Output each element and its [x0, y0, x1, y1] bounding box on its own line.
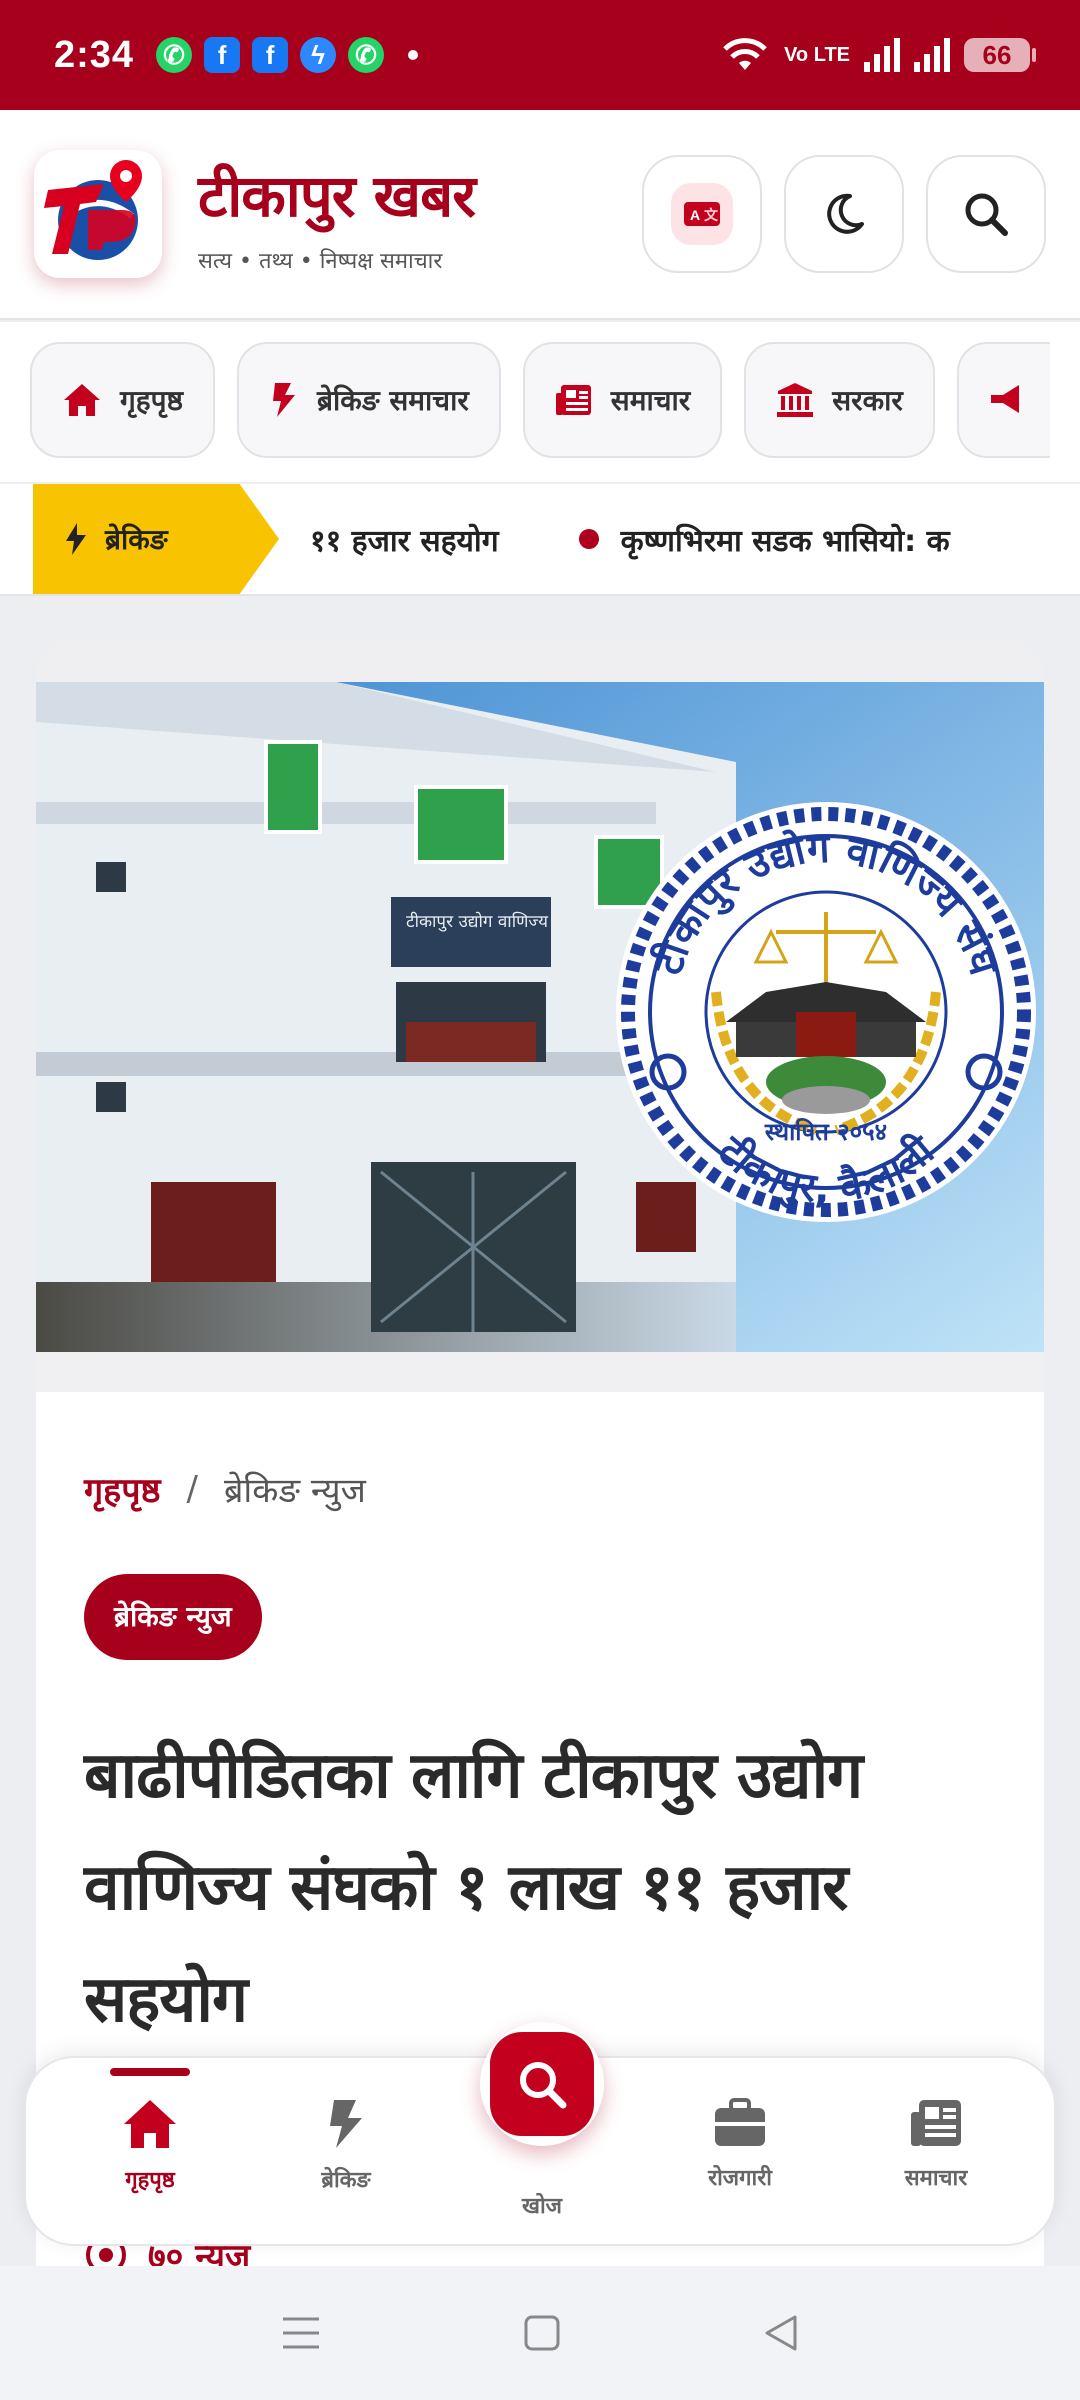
status-bar: 2:34 ✆ f f ϟ ✆ Vo LTE 66 — [0, 0, 1080, 110]
breadcrumb-separator: / — [186, 1469, 199, 1509]
signal-icon — [914, 38, 950, 72]
newspaper-icon — [911, 2100, 961, 2146]
nav-item-label: ब्रेकिङ समाचार — [317, 384, 469, 417]
bottom-nav-label: ब्रेकिङ — [321, 2168, 371, 2193]
home-square-icon[interactable] — [522, 2313, 562, 2353]
nav-item-breaking-news[interactable]: ब्रेकिङ समाचार — [237, 342, 501, 458]
ticker-item-text: कृष्णभिरमा सडक भासियो: क — [620, 523, 950, 559]
messenger-icon: ϟ — [300, 37, 337, 73]
bottom-nav-home[interactable]: गृहपृष्ठ — [70, 2098, 230, 2194]
ticker-badge: ब्रेकिङ — [33, 484, 279, 594]
ticker-item[interactable]: कृष्णभिरमा सडक भासियो: क — [578, 519, 950, 560]
moon-icon — [827, 193, 864, 234]
volte-indicator: Vo LTE — [784, 44, 850, 66]
bottom-nav-label: खोज — [521, 2194, 563, 2219]
bottom-navigation: गृहपृष्ठ ब्रेकिङ खोज रोजगारी समाचार — [24, 2022, 1056, 2246]
breaking-ticker: ब्रेकिङ ११ हजार सहयोग कृष्णभिरमा सडक भास… — [0, 484, 1080, 596]
breadcrumb-current: ब्रेकिङ न्युज — [224, 1471, 366, 1511]
nav-item-news[interactable]: समाचार — [522, 342, 723, 458]
government-icon — [777, 383, 814, 417]
bottom-nav-news[interactable]: समाचार — [856, 2098, 1016, 2192]
back-icon[interactable] — [761, 2313, 801, 2353]
site-logo[interactable] — [34, 150, 162, 278]
briefcase-icon — [715, 2098, 765, 2146]
ticker-item-text: ११ हजार सहयोग — [310, 523, 499, 559]
ticker-item[interactable]: ११ हजार सहयोग — [310, 519, 499, 560]
article-title: बाढीपीडितका लागि टीकापुर उद्योग वाणिज्य … — [84, 1739, 863, 2037]
building-sign-text: टीकापुर उद्योग वाणिज्य संघ — [406, 911, 576, 932]
whatsapp-icon: ✆ — [348, 37, 385, 73]
battery-indicator: 66 — [964, 38, 1036, 72]
nav-item-label: समाचार — [610, 384, 691, 417]
facebook-icon: f — [204, 37, 241, 73]
bottom-nav-search[interactable] — [480, 2022, 604, 2146]
system-navigation-bar — [0, 2266, 1080, 2400]
wifi-icon — [723, 38, 767, 70]
category-nav: गृहपृष्ठ ब्रेकिङ समाचार समाचार सरकार — [0, 322, 1080, 482]
svg-text:A: A — [690, 207, 700, 223]
notification-icons: ✆ f f ϟ ✆ — [156, 37, 419, 73]
bolt-icon — [66, 523, 86, 555]
site-tagline: सत्य • तथ्य • निष्पक्ष समाचार — [198, 248, 443, 274]
megaphone-icon — [990, 385, 1019, 413]
menu-icon[interactable] — [279, 2313, 323, 2353]
site-header: टीकापुर खबर सत्य • तथ्य • निष्पक्ष समाचा… — [0, 110, 1080, 320]
seal-established-text: स्थापित २०५४ — [764, 1118, 887, 1146]
home-icon — [124, 2100, 176, 2148]
bottom-nav-label: गृहपृष्ठ — [125, 2168, 175, 2193]
nav-item-government[interactable]: सरकार — [744, 342, 935, 458]
nav-item-more[interactable] — [956, 342, 1050, 458]
bottom-nav-label: रोजगारी — [708, 2166, 772, 2191]
translate-icon: A 文 — [684, 202, 720, 226]
nav-item-label: सरकार — [832, 384, 903, 417]
site-title[interactable]: टीकापुर खबर — [198, 154, 476, 233]
breadcrumb-home-link[interactable]: गृहपृष्ठ — [84, 1466, 161, 1512]
whatsapp-icon: ✆ — [156, 37, 193, 73]
breadcrumb: गृहपृष्ठ / ब्रेकिङ न्युज — [84, 1466, 366, 1512]
facebook-icon: f — [252, 37, 289, 73]
signal-icon — [864, 38, 900, 72]
svg-text:文: 文 — [704, 207, 719, 223]
logo-icon — [44, 160, 142, 260]
ticker-label: ब्रेकिङ — [105, 523, 168, 556]
bottom-nav-jobs[interactable]: रोजगारी — [660, 2098, 820, 2192]
search-icon — [965, 193, 1008, 236]
category-badge[interactable]: ब्रेकिङ न्युज — [84, 1574, 262, 1660]
nav-item-label: गृहपृष्ठ — [120, 384, 184, 417]
bolt-icon — [273, 383, 296, 417]
hero-photo: टीकापुर उद्योग वाणिज्य संघ टीकापुर उद्यो… — [36, 682, 1044, 1352]
bottom-nav-breaking[interactable]: ब्रेकिङ — [266, 2098, 426, 2194]
status-time: 2:34 — [54, 33, 135, 76]
search-button[interactable] — [926, 155, 1046, 273]
search-icon — [520, 2062, 567, 2109]
article-hero-image[interactable]: टीकापुर उद्योग वाणिज्य संघ टीकापुर उद्यो… — [36, 682, 1044, 1352]
home-icon — [64, 384, 100, 416]
bolt-icon — [330, 2100, 362, 2148]
active-indicator — [110, 2068, 190, 2076]
bottom-nav-label: समाचार — [904, 2166, 968, 2191]
ticker-bullet — [578, 529, 599, 549]
more-notifications-dot — [408, 50, 419, 60]
nav-item-home[interactable]: गृहपृष्ठ — [30, 342, 216, 458]
translate-button[interactable]: A 文 — [642, 155, 762, 273]
dark-mode-button[interactable] — [784, 155, 904, 273]
newspaper-icon — [555, 385, 591, 415]
